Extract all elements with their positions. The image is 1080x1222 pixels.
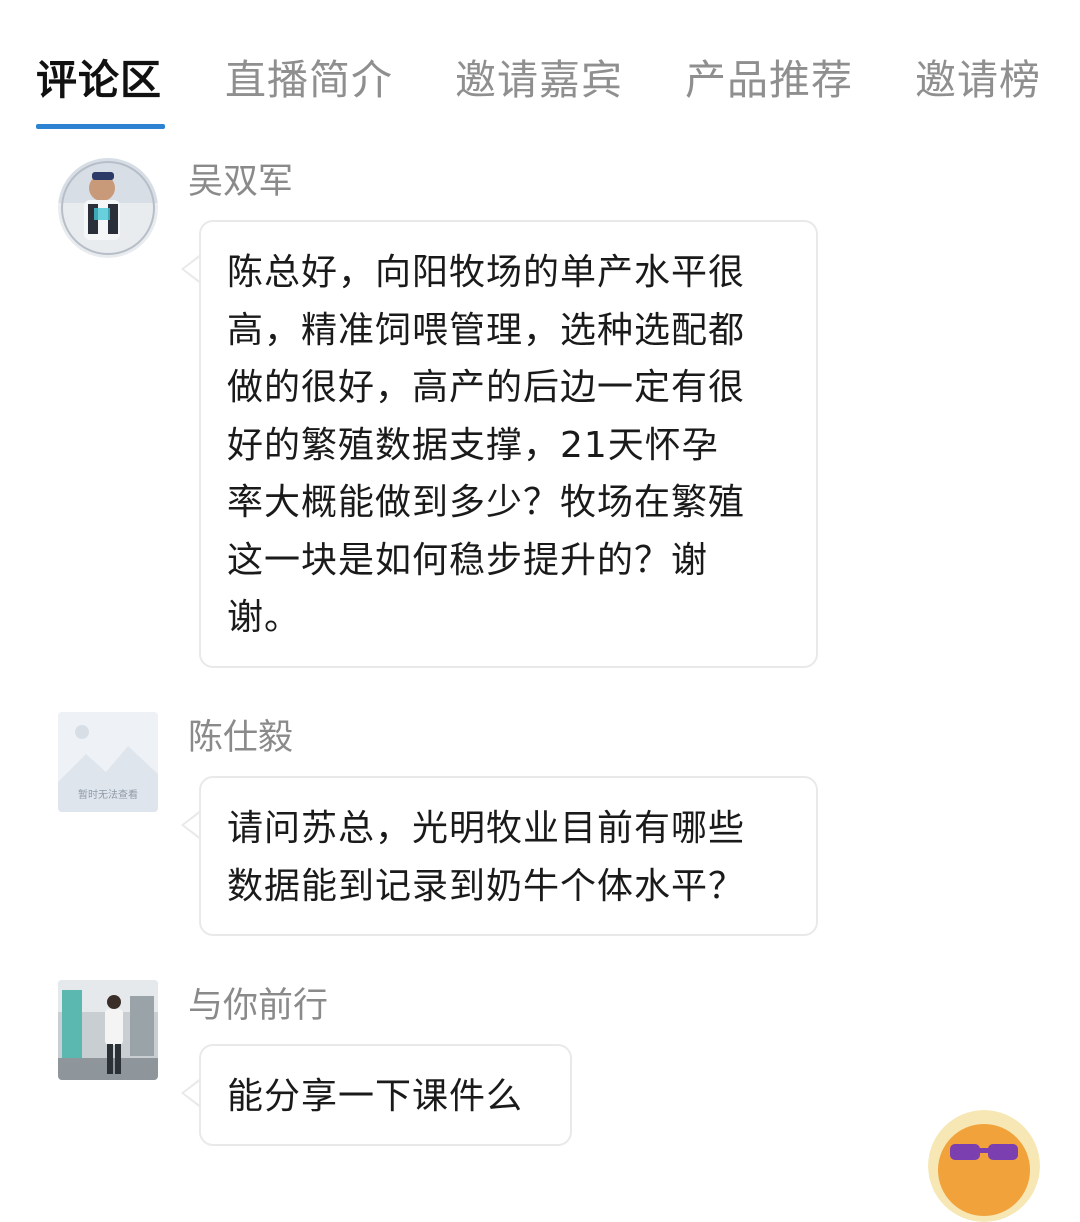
comment-line: 好的繁殖数据支撑，21天怀孕 xyxy=(227,424,719,466)
comment-line: 谢。 xyxy=(227,597,302,638)
comment-username: 吴双军 xyxy=(188,162,294,202)
comment-username: 与你前行 xyxy=(188,986,329,1026)
comment-line: 请问苏总，光明牧业目前有哪些 xyxy=(227,808,746,849)
bubble-tail xyxy=(184,257,200,281)
comment-line: 做的很好，高产的后边一定有很 xyxy=(227,367,746,408)
user-photo-avatar[interactable] xyxy=(58,158,158,258)
comment-line: 率大概能做到多少？牧场在繁殖 xyxy=(227,482,746,523)
comment-line: 这一块是如何稳步提升的？谢 xyxy=(227,539,709,581)
active-tab-indicator xyxy=(36,124,165,129)
comment-username: 陈仕毅 xyxy=(188,718,294,758)
comment-line: 能分享一下课件么 xyxy=(227,1076,524,1117)
comment-line: 陈总好，向阳牧场的单产水平很 xyxy=(227,252,746,293)
tab-comments[interactable]: 评论区 xyxy=(36,52,162,108)
user-photo-avatar[interactable] xyxy=(58,980,158,1080)
comment-bubble[interactable]: 能分享一下课件么 xyxy=(199,1044,572,1146)
tab-live-intro[interactable]: 直播简介 xyxy=(225,52,393,108)
comment-line: 数据能到记录到奶牛个体水平？ xyxy=(227,865,746,907)
tab-bar: 评论区 直播简介 邀请嘉宾 产品推荐 邀请榜 xyxy=(0,0,1080,130)
comment-bubble[interactable]: 陈总好，向阳牧场的单产水平很 高，精准饲喂管理，选种选配都 做的很好，高产的后边… xyxy=(199,220,818,668)
tab-invited-guests[interactable]: 邀请嘉宾 xyxy=(455,52,623,108)
comment-line: 高，精准饲喂管理，选种选配都 xyxy=(227,309,746,351)
tab-product-recommend[interactable]: 产品推荐 xyxy=(685,52,853,108)
bubble-tail xyxy=(184,1081,200,1105)
tab-invite-ranking[interactable]: 邀请榜 xyxy=(915,52,1041,108)
image-placeholder-avatar[interactable]: 暂时无法查看 xyxy=(58,712,158,812)
sunglasses-emoji-icon[interactable] xyxy=(928,1110,1040,1222)
placeholder-caption: 暂时无法查看 xyxy=(78,790,138,801)
comment-bubble[interactable]: 请问苏总，光明牧业目前有哪些 数据能到记录到奶牛个体水平？ xyxy=(199,776,818,936)
bubble-tail xyxy=(184,813,200,837)
